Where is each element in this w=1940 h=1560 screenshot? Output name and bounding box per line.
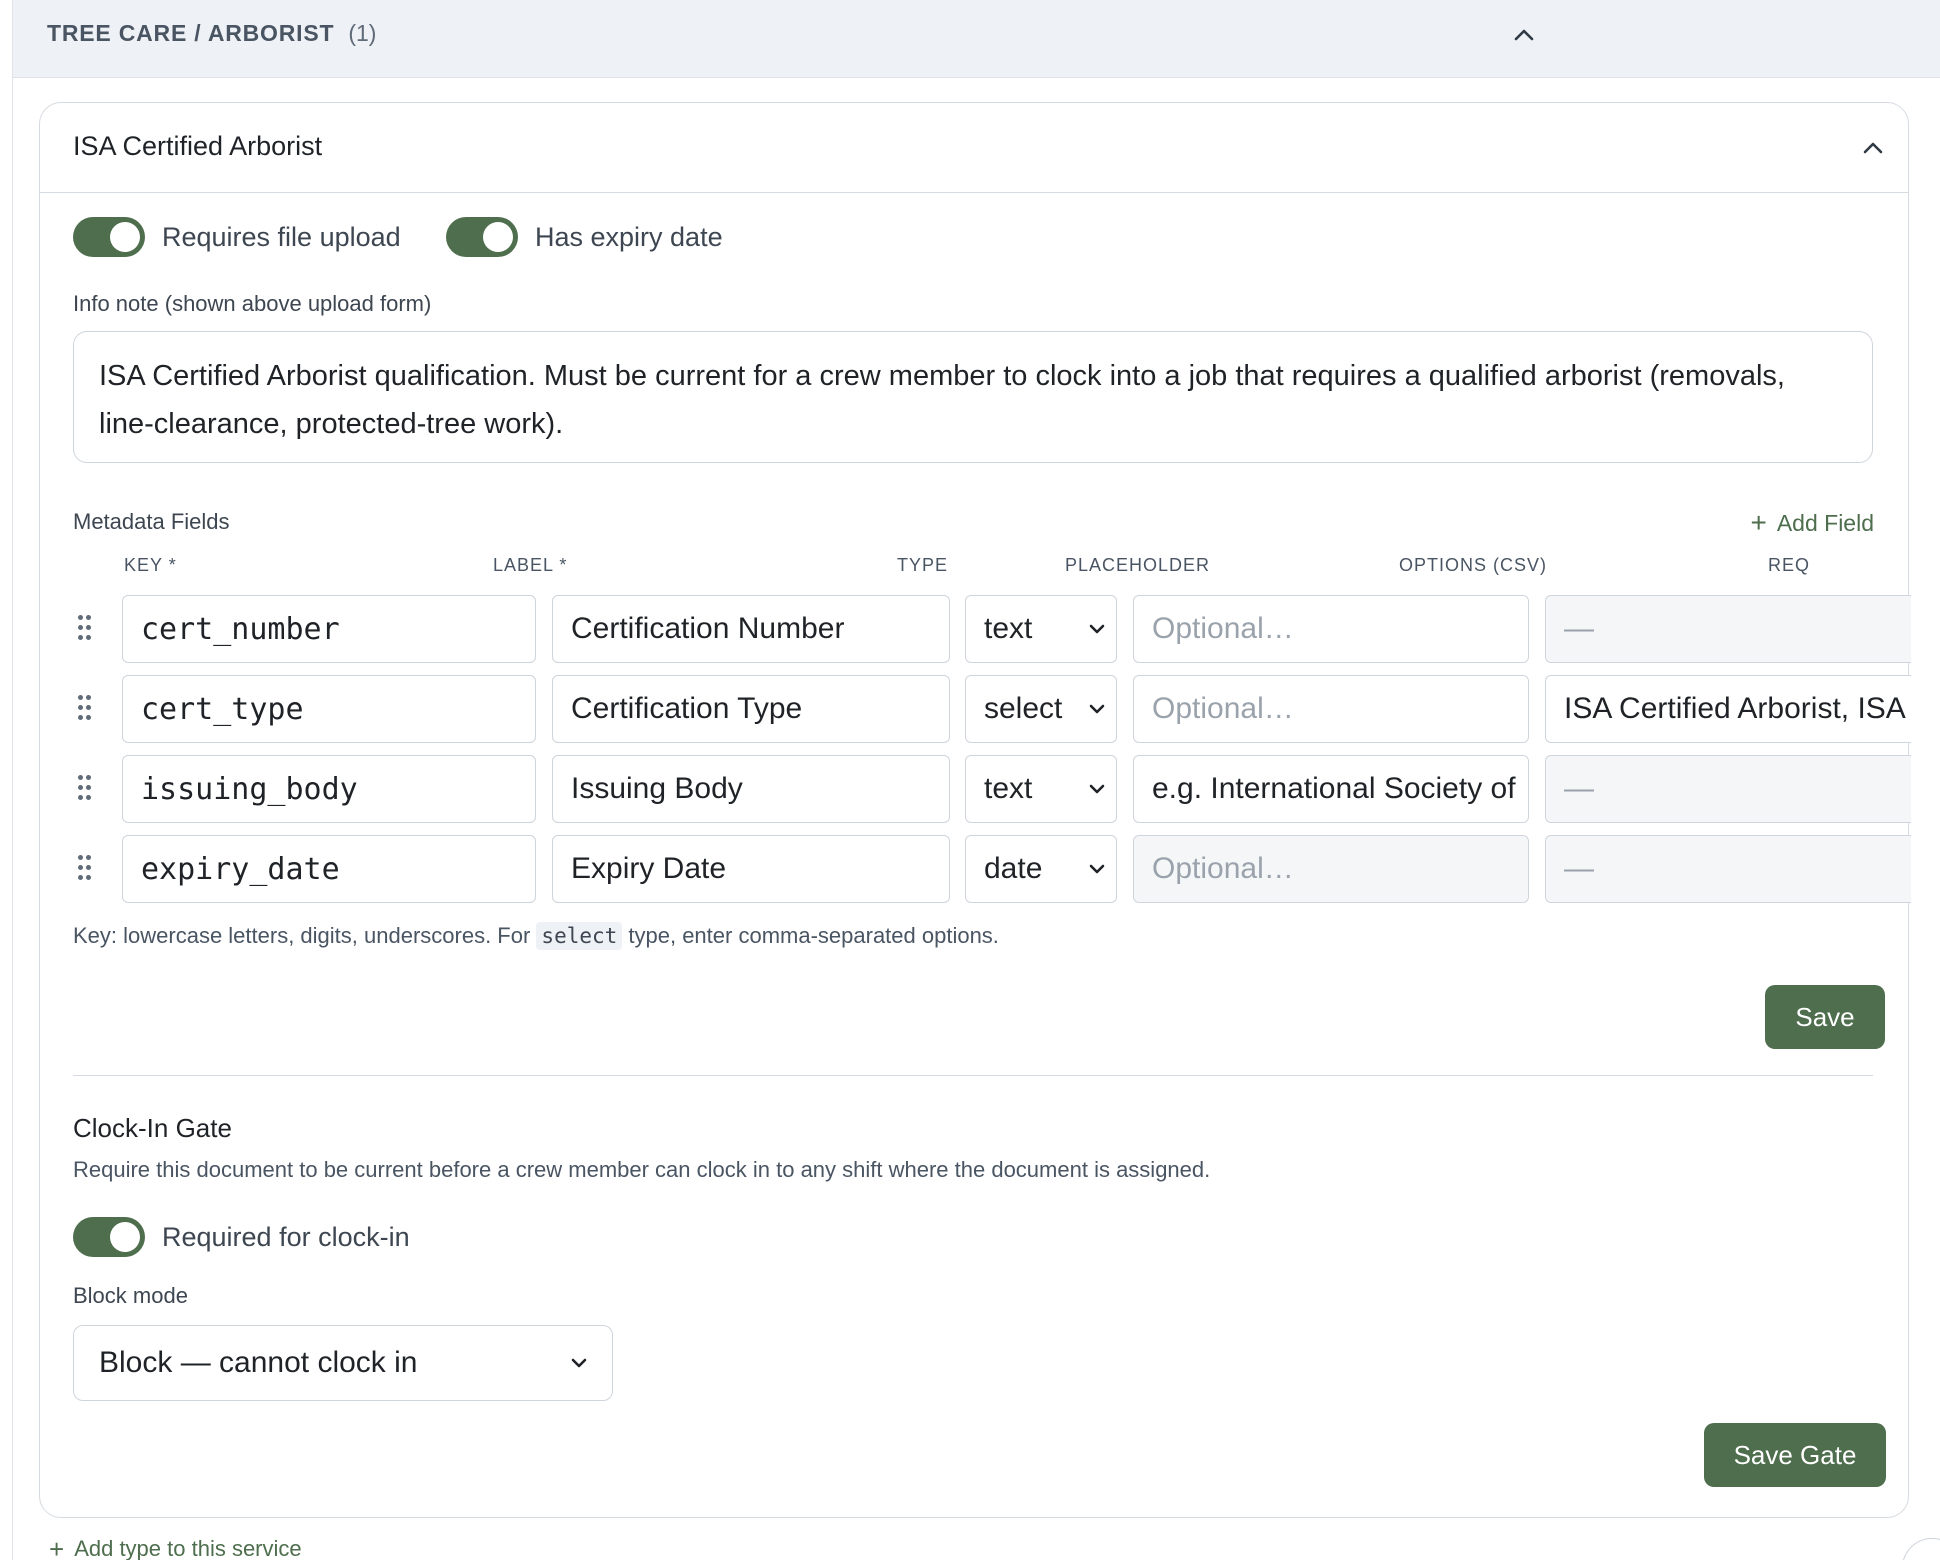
type-select-value: text — [984, 612, 1033, 645]
section-count: (1) — [348, 20, 377, 46]
key-input[interactable]: issuing_body — [122, 755, 536, 823]
service-section: TREE CARE / ARBORIST (1) ISA Certified Ar… — [12, 0, 1940, 1560]
column-header-label: LABEL * — [493, 555, 568, 575]
placeholder-input[interactable]: Optional… — [1133, 675, 1529, 743]
key-input[interactable]: cert_number — [122, 595, 536, 663]
info-note-textarea[interactable]: ISA Certified Arborist qualification. Mu… — [73, 331, 1873, 463]
hint-code: select — [536, 922, 623, 950]
save-button[interactable]: Save — [1765, 985, 1885, 1049]
type-select-value: date — [984, 852, 1043, 885]
required-for-clock-in-label: Required for clock-in — [162, 1221, 410, 1252]
type-select-value: text — [984, 772, 1033, 805]
key-input[interactable]: cert_type — [122, 675, 536, 743]
drag-handle-icon[interactable] — [78, 855, 92, 881]
type-select-value: select — [984, 692, 1063, 725]
type-select[interactable]: date — [965, 835, 1117, 903]
label-input[interactable]: Certification Type — [552, 675, 950, 743]
chevron-down-icon — [1086, 778, 1108, 800]
placeholder-input[interactable]: Optional… — [1133, 595, 1529, 663]
placeholder-input[interactable]: e.g. International Society of — [1133, 755, 1529, 823]
placeholder-input: Optional… — [1133, 835, 1529, 903]
metadata-row: issuing_body Issuing Body text e.g. Inte… — [40, 755, 1911, 823]
add-type-label: Add type to this service — [74, 1536, 302, 1560]
block-mode-select[interactable]: Block — cannot clock in — [73, 1325, 613, 1401]
label-input[interactable]: Certification Number — [552, 595, 950, 663]
block-mode-value: Block — cannot clock in — [99, 1346, 418, 1379]
column-header-placeholder: PLACEHOLDER — [1065, 555, 1211, 575]
has-expiry-date-row: Has expiry date — [446, 217, 723, 257]
type-select[interactable]: text — [965, 595, 1117, 663]
column-header-req: REQ — [1768, 555, 1811, 575]
has-expiry-date-label: Has expiry date — [535, 221, 723, 252]
metadata-fields-title: Metadata Fields — [73, 509, 230, 534]
options-input: — — [1545, 595, 1911, 663]
document-type-card: ISA Certified Arborist Requires file upl… — [39, 102, 1911, 1518]
metadata-hint: Key: lowercase letters, digits, undersco… — [73, 922, 999, 950]
chevron-down-icon — [1086, 858, 1108, 880]
key-input[interactable]: expiry_date — [122, 835, 536, 903]
drag-handle-icon[interactable] — [78, 695, 92, 721]
toggle-knob — [110, 1222, 140, 1252]
chevron-down-icon — [1086, 698, 1108, 720]
save-gate-button[interactable]: Save Gate — [1704, 1423, 1886, 1487]
add-field-label: Add Field — [1776, 509, 1874, 536]
clock-in-gate-description: Require this document to be current befo… — [73, 1157, 1211, 1182]
chevron-up-icon[interactable] — [1511, 22, 1537, 48]
toggle-knob — [483, 222, 513, 252]
chevron-down-icon — [568, 1352, 590, 1374]
toggle-knob — [110, 222, 140, 252]
options-input: — — [1545, 755, 1911, 823]
options-input: — — [1545, 835, 1911, 903]
section-title: TREE CARE / ARBORIST (1) — [47, 20, 376, 47]
section-divider — [73, 1075, 1873, 1076]
metadata-row: cert_type Certification Type select Opti… — [40, 675, 1911, 743]
metadata-row: expiry_date Expiry Date date Optional… — — [40, 835, 1911, 903]
requires-file-upload-row: Requires file upload — [73, 217, 401, 257]
requires-file-upload-toggle[interactable] — [73, 217, 145, 257]
label-input[interactable]: Expiry Date — [552, 835, 950, 903]
card-header[interactable]: ISA Certified Arborist — [40, 103, 1908, 193]
required-for-clock-in-row: Required for clock-in — [73, 1217, 410, 1257]
block-mode-label: Block mode — [73, 1283, 188, 1308]
add-type-button[interactable]: + Add type to this service — [49, 1536, 302, 1560]
options-input[interactable]: ISA Certified Arborist, ISA C — [1545, 675, 1911, 743]
chevron-down-icon — [1086, 618, 1108, 640]
hint-text-after: type, enter comma-separated options. — [622, 923, 999, 948]
column-header-key: KEY * — [124, 555, 177, 575]
drag-handle-icon[interactable] — [78, 775, 92, 801]
required-for-clock-in-toggle[interactable] — [73, 1217, 145, 1257]
drag-handle-icon[interactable] — [78, 615, 92, 641]
add-field-button[interactable]: + Add Field — [1750, 509, 1874, 537]
label-input[interactable]: Issuing Body — [552, 755, 950, 823]
has-expiry-date-toggle[interactable] — [446, 217, 518, 257]
plus-icon: + — [49, 1534, 65, 1560]
card-title: ISA Certified Arborist — [73, 131, 323, 161]
plus-icon: + — [1750, 507, 1767, 538]
requires-file-upload-label: Requires file upload — [162, 221, 401, 252]
info-note-label: Info note (shown above upload form) — [73, 291, 432, 316]
type-select[interactable]: text — [965, 755, 1117, 823]
chevron-up-icon[interactable] — [1860, 135, 1886, 161]
section-title-text: TREE CARE / ARBORIST — [47, 20, 335, 46]
column-header-options: OPTIONS (CSV) — [1399, 555, 1548, 575]
section-header[interactable]: TREE CARE / ARBORIST (1) — [13, 0, 1940, 78]
hint-text-before: Key: lowercase letters, digits, undersco… — [73, 923, 537, 948]
clock-in-gate-title: Clock-In Gate — [73, 1113, 232, 1143]
metadata-row: cert_number Certification Number text Op… — [40, 595, 1911, 663]
column-header-type: TYPE — [897, 555, 949, 575]
type-select[interactable]: select — [965, 675, 1117, 743]
